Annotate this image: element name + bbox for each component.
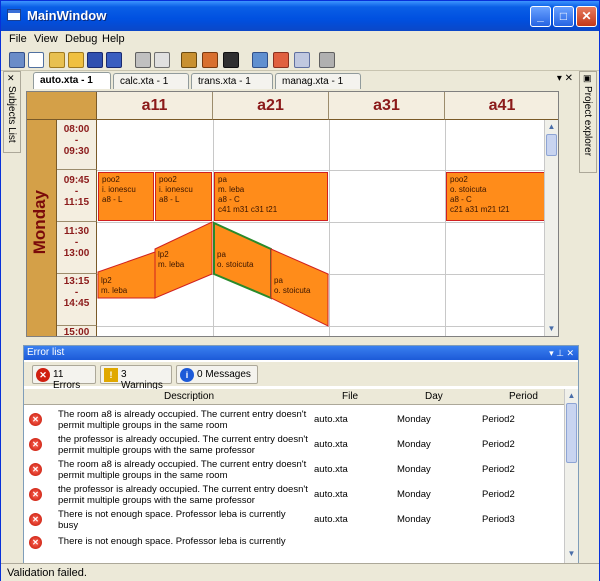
print-icon[interactable] xyxy=(135,52,151,68)
errors-filter-button[interactable]: ✕ 11 Errors xyxy=(32,365,96,391)
error-icon: ✕ xyxy=(29,513,42,526)
error-table-header: Description File Day Period xyxy=(24,389,564,405)
minimize-button[interactable]: _ xyxy=(530,6,551,27)
error-icon: ✕ xyxy=(36,368,50,382)
col-day[interactable]: Day xyxy=(425,391,443,402)
scroll-up-icon[interactable]: ▲ xyxy=(547,122,556,131)
tab-trans[interactable]: trans.xta - 1 xyxy=(191,73,273,89)
tab-controls[interactable]: ▾ ✕ xyxy=(557,73,573,84)
schedule-icon[interactable] xyxy=(252,52,268,68)
subjects-list-label: Subjects List xyxy=(6,86,17,143)
grid-vertical-scrollbar[interactable]: ▲ ▼ xyxy=(544,120,558,336)
error-filter-bar: ✕ 11 Errors ! 3 Warnings i 0 Messages xyxy=(24,362,578,391)
project-explorer-label: Project explorer xyxy=(582,86,593,157)
col-period[interactable]: Period xyxy=(509,391,538,402)
validate-icon[interactable] xyxy=(273,52,289,68)
scroll-down-icon[interactable]: ▼ xyxy=(567,549,576,558)
window-title: MainWindow xyxy=(27,8,107,23)
timetable-grid[interactable]: a11 a21 a31 a41 Monday 08:00-09:30 09:45… xyxy=(26,91,559,337)
menu-file[interactable]: File xyxy=(9,33,27,45)
error-icon: ✕ xyxy=(29,536,42,549)
open-icon[interactable] xyxy=(68,52,84,68)
status-bar: Validation failed. xyxy=(1,563,599,581)
print-preview-icon[interactable] xyxy=(154,52,170,68)
error-icon: ✕ xyxy=(29,488,42,501)
error-row[interactable]: ✕ There is not enough space. Professor l… xyxy=(24,507,564,532)
open-folder-icon[interactable] xyxy=(49,52,65,68)
scroll-down-icon[interactable]: ▼ xyxy=(547,324,556,333)
error-row[interactable]: ✕ the professor is already occupied. The… xyxy=(24,482,564,507)
document-tabs: auto.xta - 1 calc.xta - 1 trans.xta - 1 … xyxy=(23,72,577,89)
error-row[interactable]: ✕ the professor is already occupied. The… xyxy=(24,432,564,457)
menu-bar: File View Debug Help xyxy=(1,31,599,49)
save-all-icon[interactable] xyxy=(106,52,122,68)
col-file[interactable]: File xyxy=(342,391,358,402)
warning-icon: ! xyxy=(104,368,118,382)
error-list-controls[interactable]: ▾ ⊥ ✕ xyxy=(549,346,574,360)
activity-lp2-label-1: lp2 m. leba xyxy=(101,276,128,295)
info-icon: i xyxy=(180,368,194,382)
activity-lp2-label-2: lp2 m. leba xyxy=(158,250,185,269)
new-file-icon[interactable] xyxy=(28,52,44,68)
subjects-list-dock[interactable]: ✕ Subjects List xyxy=(3,71,21,153)
maximize-button[interactable]: □ xyxy=(553,6,574,27)
close-button[interactable]: ✕ xyxy=(576,6,597,27)
menu-debug[interactable]: Debug xyxy=(65,33,97,45)
slanted-activities xyxy=(97,221,329,327)
menu-view[interactable]: View xyxy=(34,33,58,45)
main-window: MainWindow _ □ ✕ File View Debug Help ✕ … xyxy=(0,0,600,581)
error-list-titlebar[interactable]: Error list ▾ ⊥ ✕ xyxy=(24,346,578,360)
error-list-scrollbar[interactable]: ▲ ▼ xyxy=(564,389,578,563)
messages-filter-button[interactable]: i 0 Messages xyxy=(176,365,258,384)
error-icon: ✕ xyxy=(29,463,42,476)
error-list-title: Error list xyxy=(27,347,65,358)
error-row[interactable]: ✕ There is not enough space. Professor l… xyxy=(24,532,564,564)
dock-close-icon[interactable]: ✕ xyxy=(7,73,15,84)
error-icon: ✕ xyxy=(29,438,42,451)
error-icon: ✕ xyxy=(29,413,42,426)
settings-icon[interactable] xyxy=(319,52,335,68)
col-description[interactable]: Description xyxy=(164,391,214,402)
save-icon[interactable] xyxy=(87,52,103,68)
error-row[interactable]: ✕ The room a8 is already occupied. The c… xyxy=(24,457,564,482)
tab-manag[interactable]: manag.xta - 1 xyxy=(275,73,361,89)
project-explorer-dock[interactable]: ▣ Project explorer xyxy=(579,71,597,173)
tab-calc[interactable]: calc.xta - 1 xyxy=(113,73,189,89)
activity-pa-label-2: pa o. stoicuta xyxy=(274,276,311,295)
toolbar xyxy=(1,49,599,71)
tools-icon[interactable] xyxy=(181,52,197,68)
tab-auto[interactable]: auto.xta - 1 xyxy=(33,72,111,89)
scroll-thumb[interactable] xyxy=(566,403,577,463)
warnings-filter-button[interactable]: ! 3 Warnings xyxy=(100,365,172,391)
scroll-up-icon[interactable]: ▲ xyxy=(567,391,576,400)
app-window-icon xyxy=(7,9,21,21)
error-list-panel: Error list ▾ ⊥ ✕ ✕ 11 Errors ! 3 Warning… xyxy=(23,345,579,565)
professor-icon[interactable] xyxy=(223,52,239,68)
activity-pa-label-1: pa o. stoicuta xyxy=(217,250,254,269)
list-icon[interactable] xyxy=(294,52,310,68)
status-text: Validation failed. xyxy=(7,567,87,579)
error-row[interactable]: ✕ The room a8 is already occupied. The c… xyxy=(24,407,564,432)
menu-help[interactable]: Help xyxy=(102,33,125,45)
explorer-icon: ▣ xyxy=(583,73,592,83)
groups-icon[interactable] xyxy=(202,52,218,68)
new-project-icon[interactable] xyxy=(9,52,25,68)
title-bar[interactable]: MainWindow _ □ ✕ xyxy=(1,1,599,31)
scroll-thumb[interactable] xyxy=(546,134,557,156)
